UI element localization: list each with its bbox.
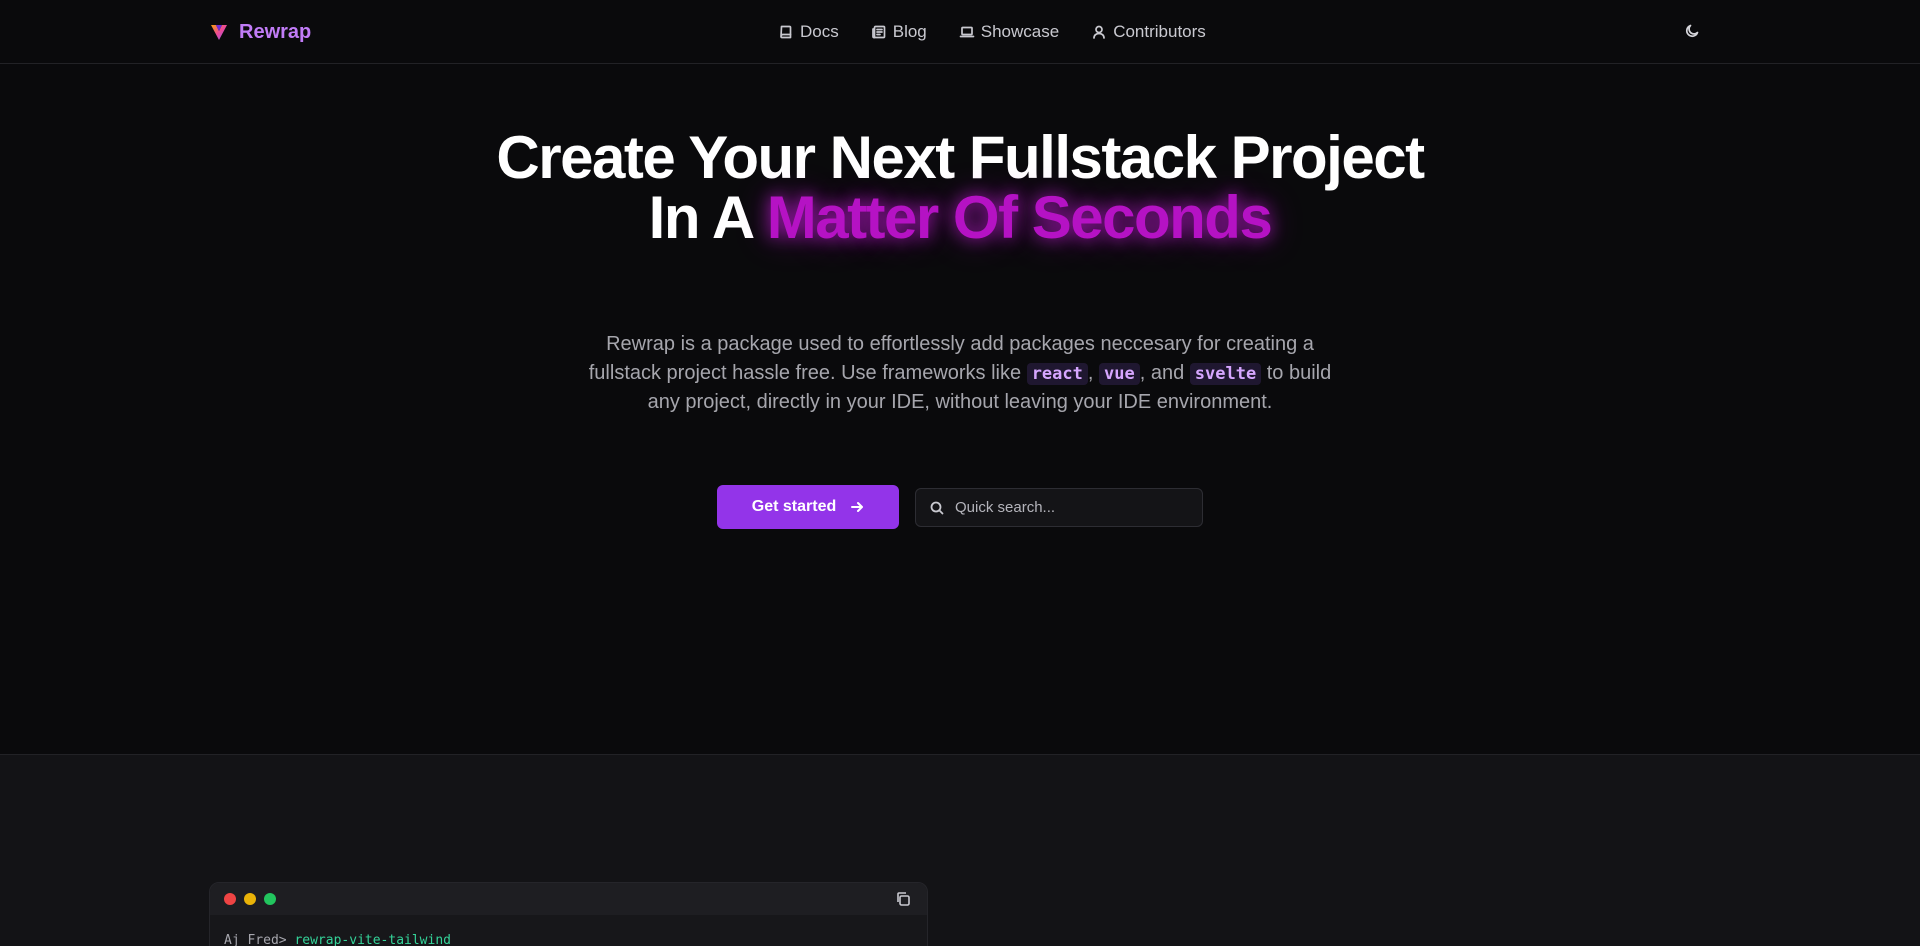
copy-icon [897, 892, 910, 906]
headline-accent: Matter Of Seconds [766, 184, 1273, 251]
book-icon [780, 25, 792, 39]
laptop-icon [959, 26, 975, 38]
top-navbar: Rewrap Docs Blog Showcase Contributors [0, 0, 1920, 64]
nav-showcase-label: Showcase [980, 22, 1060, 41]
terminal-window: Aj Fred> rewrap-vite-tailwind [209, 882, 928, 946]
framework-chip-vue: vue [1099, 362, 1140, 385]
moon-icon [1685, 24, 1699, 38]
separator-1: , [1087, 361, 1094, 384]
nav-docs-label: Docs [800, 22, 839, 41]
get-started-button[interactable]: Get started [717, 485, 899, 529]
nav-blog-label: Blog [892, 22, 927, 41]
user-icon [1093, 25, 1106, 39]
brand-name: Rewrap [239, 20, 312, 43]
main-nav: Docs Blog Showcase Contributors [778, 20, 1206, 44]
terminal-body: Aj Fred> rewrap-vite-tailwind [210, 915, 927, 946]
nav-contributors-label: Contributors [1113, 22, 1206, 41]
separator-2: , and [1139, 361, 1185, 384]
window-close-dot [224, 893, 236, 905]
copy-command-button[interactable] [895, 891, 913, 909]
framework-chip-svelte: svelte [1189, 362, 1262, 385]
brand-link[interactable]: Rewrap [209, 19, 311, 45]
terminal-prompt: Aj Fred> [224, 933, 287, 946]
newspaper-icon [871, 25, 886, 39]
nav-docs-link[interactable]: Docs [778, 22, 839, 42]
search-icon [930, 501, 944, 514]
nav-contributors-link[interactable]: Contributors [1091, 22, 1206, 42]
terminal-command: rewrap-vite-tailwind [294, 933, 451, 946]
nav-blog-link[interactable]: Blog [871, 22, 927, 42]
search-placeholder: Quick search... [955, 499, 1056, 516]
rewrap-logo-icon [211, 25, 227, 40]
terminal-titlebar [210, 883, 927, 915]
framework-chip-react: react [1026, 362, 1088, 385]
window-maximize-dot [264, 893, 276, 905]
quick-search-button[interactable]: Quick search... [915, 488, 1203, 527]
arrow-right-icon [851, 502, 864, 512]
headline-line-2-prefix: In A [648, 184, 753, 251]
hero-headline: Create Your Next Fullstack Project In A … [460, 128, 1460, 248]
window-minimize-dot [244, 893, 256, 905]
get-started-label: Get started [751, 498, 837, 515]
nav-showcase-link[interactable]: Showcase [959, 22, 1059, 42]
headline-line-1: Create Your Next Fullstack Project [496, 124, 1425, 191]
hero-description: Rewrap is a package used to effortlessly… [586, 330, 1334, 417]
theme-toggle-button[interactable] [1681, 20, 1703, 42]
